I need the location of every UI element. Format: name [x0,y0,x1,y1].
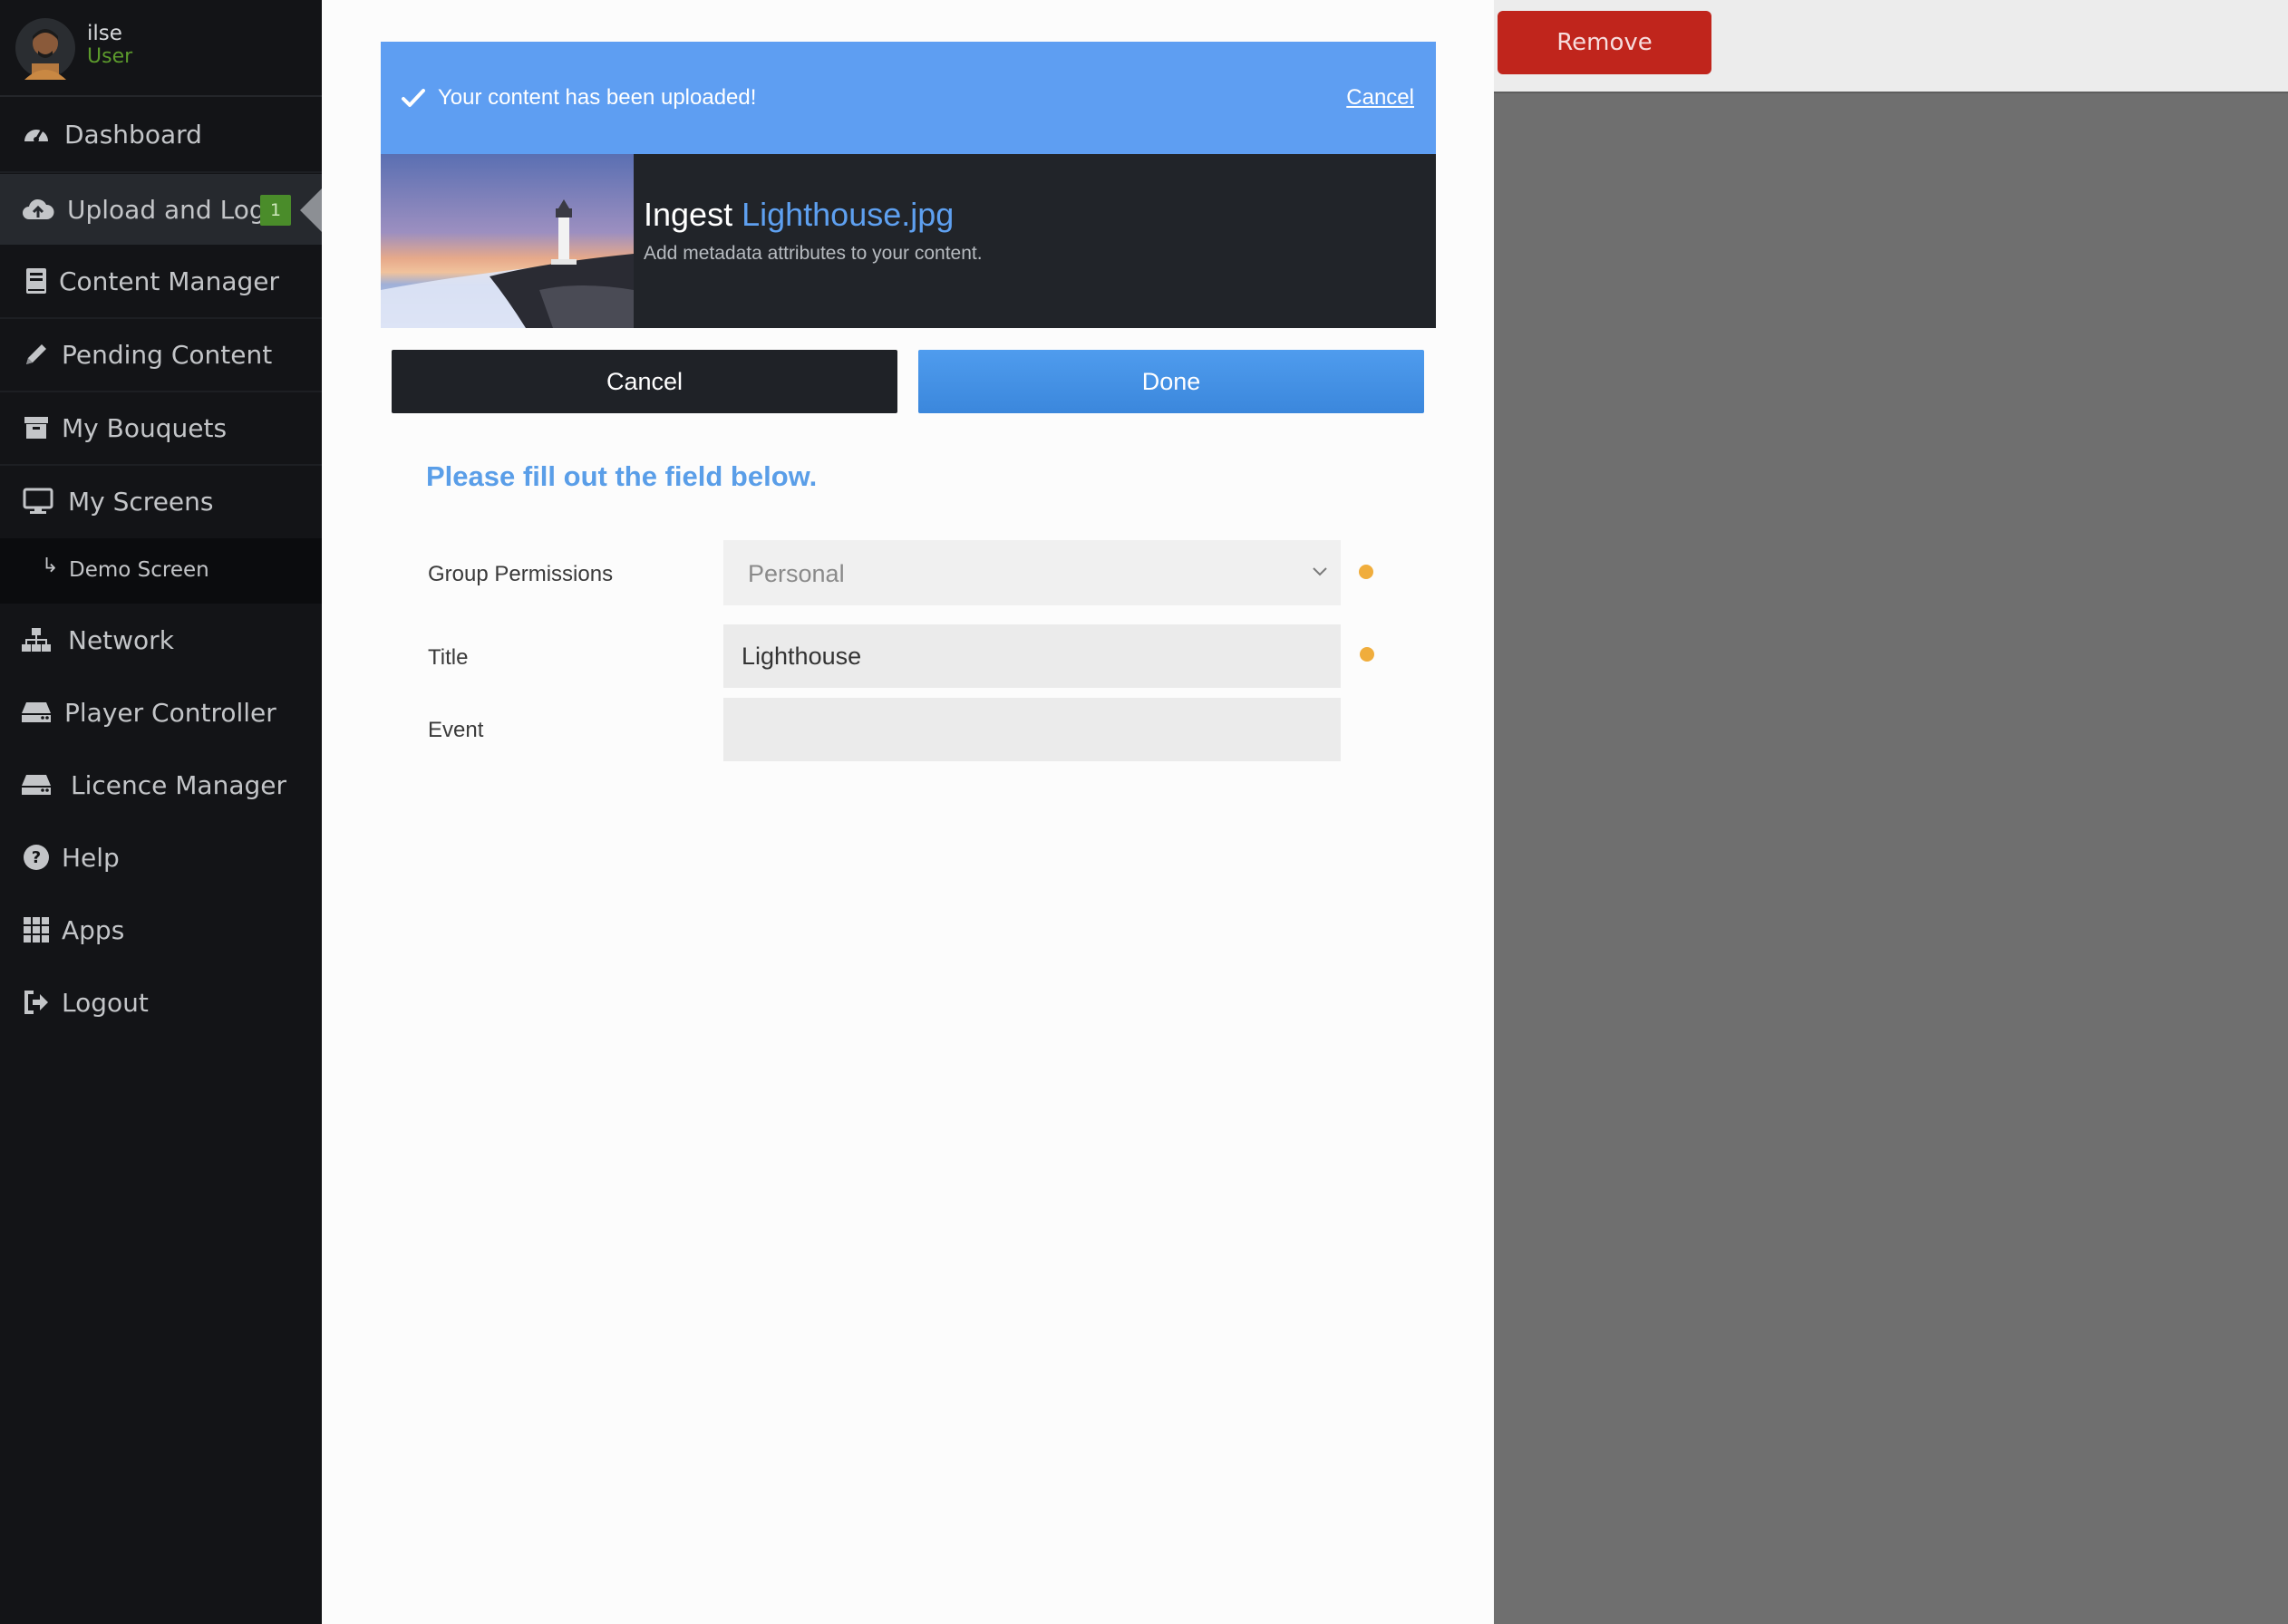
required-indicator [1360,647,1374,662]
user-profile: ilse User [0,0,322,97]
sidebar-item-label: Player Controller [64,697,276,728]
event-label: Event [428,718,484,742]
chevron-down-icon [1313,567,1327,576]
group-permissions-label: Group Permissions [428,562,614,586]
sidebar-subitem-label: Demo Screen [69,558,209,582]
hdd-icon [20,768,53,801]
sidebar-item-label: My Screens [68,486,214,517]
profile-role: User [87,45,133,68]
sidebar-item-label: Content Manager [59,266,279,296]
sidebar-item-my-screens[interactable]: My Screens [0,466,322,536]
profile-name: ilse [87,22,122,45]
question-circle-icon: ? [20,841,53,874]
ingest-prefix: Ingest [644,196,733,233]
group-permissions-select[interactable]: Personal [723,540,1341,605]
ingest-header: Ingest Lighthouse.jpg Add metadata attri… [381,154,1436,328]
sidebar-item-help[interactable]: ? Help [0,822,322,893]
form-prompt: Please fill out the field below. [426,460,818,492]
pencil-icon [20,338,53,371]
sitemap-icon [20,624,53,656]
cloud-upload-icon [22,193,54,226]
sidebar-item-label: Upload and Log [67,194,266,225]
remove-button[interactable]: Remove [1498,11,1711,74]
sidebar-item-my-bouquets[interactable]: My Bouquets [0,392,322,463]
sidebar-item-content-manager[interactable]: Content Manager [0,246,322,316]
monitor-icon [22,485,54,517]
content-thumbnail [381,154,634,328]
sidebar-item-licence-manager[interactable]: Licence Manager [0,749,322,820]
upload-success-message: Your content has been uploaded! [438,85,757,110]
sidebar-item-apps[interactable]: Apps [0,894,322,965]
group-permissions-value: Personal [748,560,845,587]
sign-out-icon [20,986,53,1019]
sidebar-item-label: Help [62,842,120,873]
ingest-title: Ingest Lighthouse.jpg [644,196,954,234]
checkmark-icon [402,89,425,107]
sidebar-item-label: Dashboard [64,119,202,150]
ingest-filename: Lighthouse.jpg [742,196,955,233]
avatar [15,18,75,80]
sidebar-item-logout[interactable]: Logout [0,967,322,1038]
sidebar-item-label: Pending Content [62,339,273,370]
ingest-modal: Your content has been uploaded! Cancel I… [322,0,1494,1624]
banner-cancel-link[interactable]: Cancel [1346,85,1414,111]
svg-text:?: ? [32,848,41,867]
sidebar-item-label: Apps [62,914,125,945]
grid-icon [20,914,53,946]
ingest-subtitle: Add metadata attributes to your content. [644,243,983,264]
sidebar-item-network[interactable]: Network [0,604,322,675]
sidebar: ilse User Dashboard Upload and Log 1 Con… [0,0,322,1624]
active-indicator [300,188,322,232]
title-label: Title [428,645,469,670]
dashboard-icon [20,118,53,150]
sidebar-item-label: Network [68,624,174,655]
archive-icon [20,411,53,444]
return-arrow-icon: ↳ [42,555,59,577]
hdd-icon [20,696,53,729]
sidebar-item-dashboard[interactable]: Dashboard [0,99,322,169]
sidebar-item-pending-content[interactable]: Pending Content [0,319,322,390]
title-input[interactable] [723,624,1341,688]
sidebar-item-label: Licence Manager [71,769,286,800]
sidebar-item-label: My Bouquets [62,412,228,443]
done-button[interactable]: Done [918,350,1424,413]
cancel-button[interactable]: Cancel [392,350,897,413]
required-indicator [1359,565,1373,579]
sidebar-subitem-demo-screen[interactable]: ↳ Demo Screen [0,538,322,604]
upload-count-badge: 1 [260,195,291,226]
upload-success-banner: Your content has been uploaded! Cancel [381,42,1436,154]
sidebar-item-label: Logout [62,987,149,1018]
book-icon [20,265,53,297]
sidebar-item-player-controller[interactable]: Player Controller [0,677,322,748]
event-input[interactable] [723,698,1341,761]
